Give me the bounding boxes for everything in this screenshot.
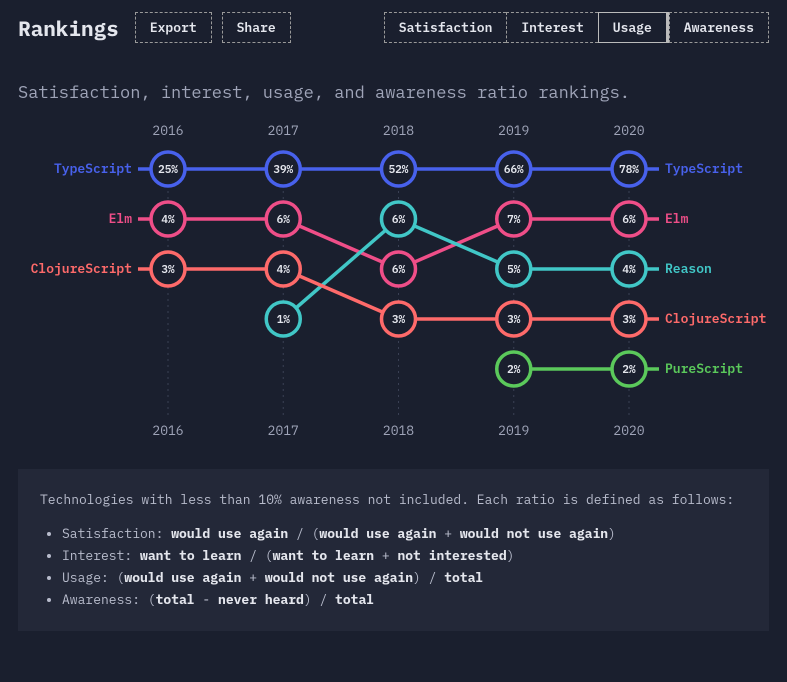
svg-text:2%: 2% [507, 363, 521, 377]
svg-text:25%: 25% [158, 163, 178, 177]
svg-text:39%: 39% [273, 163, 293, 177]
svg-text:6%: 6% [392, 263, 406, 277]
svg-text:Reason: Reason [665, 260, 712, 277]
definition-item: Awareness: (total - never heard) / total [62, 589, 747, 611]
svg-text:PureScript: PureScript [665, 360, 743, 377]
svg-text:66%: 66% [504, 163, 524, 177]
tab-usage[interactable]: Usage [598, 12, 669, 43]
svg-text:2019: 2019 [498, 122, 529, 139]
svg-text:78%: 78% [619, 163, 639, 177]
svg-text:3%: 3% [507, 313, 521, 327]
definition-item: Interest: want to learn / (want to learn… [62, 545, 747, 567]
svg-text:1%: 1% [277, 313, 291, 327]
svg-text:6%: 6% [392, 213, 406, 227]
definition-item: Satisfaction: would use again / (would u… [62, 523, 747, 545]
svg-text:Elm: Elm [109, 210, 133, 227]
svg-text:52%: 52% [389, 163, 409, 177]
svg-text:4%: 4% [277, 263, 291, 277]
share-button[interactable]: Share [222, 12, 291, 43]
svg-text:3%: 3% [161, 263, 175, 277]
svg-text:2020: 2020 [613, 422, 644, 439]
svg-text:7%: 7% [507, 213, 521, 227]
svg-text:3%: 3% [392, 313, 406, 327]
tab-satisfaction[interactable]: Satisfaction [384, 12, 507, 43]
rankings-chart: 2016 2017 2018 2019 2020 2016 2017 2018 2019 2020… [0, 121, 787, 441]
svg-text:ClojureScript: ClojureScript [665, 310, 766, 327]
svg-text:2017: 2017 [268, 422, 299, 439]
svg-text:6%: 6% [277, 213, 291, 227]
svg-text:4%: 4% [161, 213, 175, 227]
svg-text:Elm: Elm [665, 210, 689, 227]
tab-interest[interactable]: Interest [506, 12, 597, 43]
page-title: Rankings [18, 14, 119, 42]
svg-text:3%: 3% [622, 313, 636, 327]
definition-item: Usage: (would use again + would not use … [62, 567, 747, 589]
svg-text:2016: 2016 [152, 422, 183, 439]
svg-text:4%: 4% [622, 263, 636, 277]
svg-text:2020: 2020 [613, 122, 644, 139]
svg-text:TypeScript: TypeScript [54, 160, 132, 177]
svg-text:5%: 5% [507, 263, 521, 277]
definitions-list: Satisfaction: would use again / (would u… [62, 523, 747, 611]
svg-text:2019: 2019 [498, 422, 529, 439]
svg-text:2017: 2017 [268, 122, 299, 139]
definitions-box: Technologies with less than 10% awarenes… [18, 469, 769, 631]
tab-awareness[interactable]: Awareness [669, 12, 769, 43]
header: Rankings Export Share SatisfactionIntere… [0, 0, 787, 53]
svg-text:2%: 2% [622, 363, 636, 377]
subtitle-text: Satisfaction, interest, usage, and aware… [0, 53, 787, 121]
svg-text:6%: 6% [622, 213, 636, 227]
svg-text:2018: 2018 [383, 422, 414, 439]
svg-text:ClojureScript: ClojureScript [31, 260, 132, 277]
export-button[interactable]: Export [135, 12, 212, 43]
svg-text:2016: 2016 [152, 122, 183, 139]
svg-text:TypeScript: TypeScript [665, 160, 743, 177]
metric-tabs: SatisfactionInterestUsageAwareness [384, 12, 769, 43]
svg-text:2018: 2018 [383, 122, 414, 139]
definitions-intro: Technologies with less than 10% awarenes… [40, 489, 747, 511]
